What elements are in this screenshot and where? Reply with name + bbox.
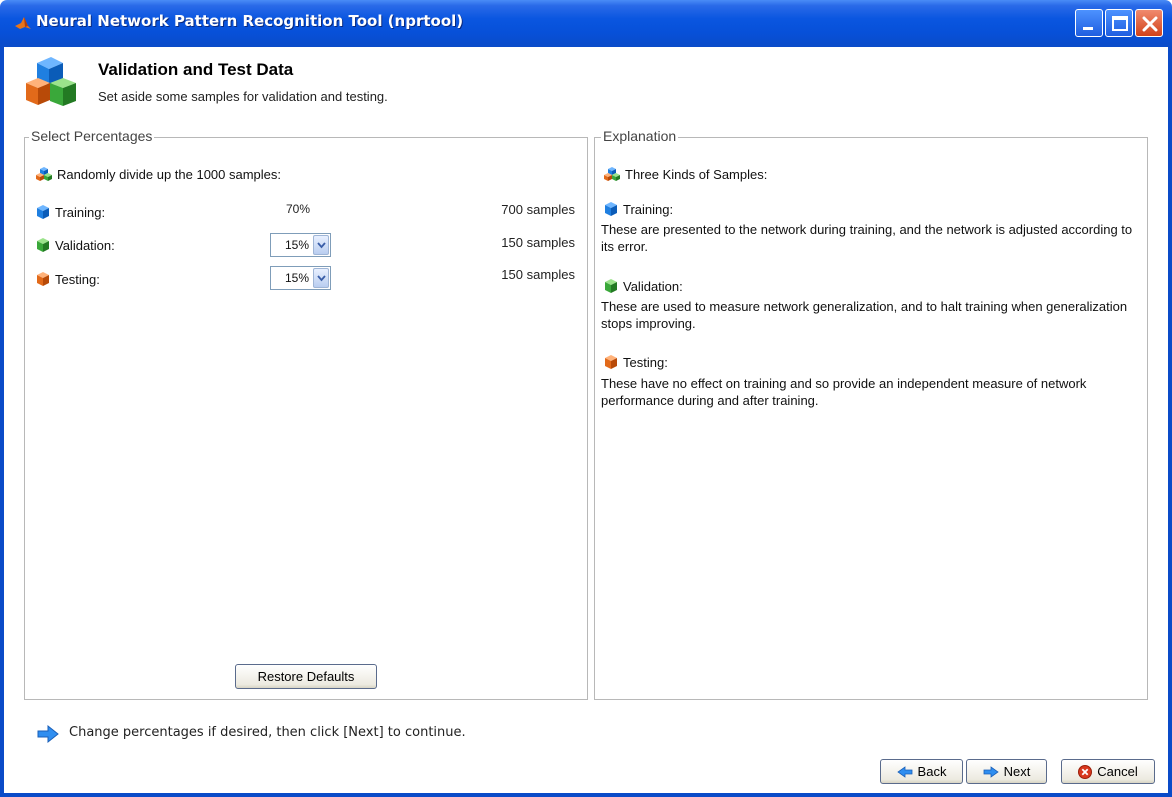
training-samples: 700 samples (501, 202, 575, 217)
testing-label: Testing: (55, 271, 100, 287)
explanation-testing-heading: Testing: (603, 354, 668, 370)
samples-intro-text: Randomly divide up the 1000 samples: (57, 166, 282, 182)
cancel-label: Cancel (1097, 764, 1138, 779)
cancel-icon (1078, 764, 1093, 779)
footer-hint: Change percentages if desired, then clic… (69, 725, 466, 740)
page-subtitle: Set aside some samples for validation an… (98, 89, 388, 104)
close-button[interactable] (1135, 9, 1163, 37)
samples-intro: Randomly divide up the 1000 samples: (35, 166, 281, 182)
explanation-validation-text: These are used to measure network genera… (601, 299, 1128, 331)
chevron-down-icon (317, 275, 326, 282)
three-cubes-icon (604, 167, 620, 181)
select-percentages-panel: Select Percentages Randomly divide up th… (24, 128, 588, 700)
minimize-icon (1083, 27, 1093, 30)
validation-percent-select[interactable]: 15% (270, 233, 331, 257)
validation-samples: 150 samples (501, 235, 575, 250)
next-button[interactable]: Next (966, 759, 1047, 784)
explanation-training-text: These are presented to the network durin… (601, 222, 1133, 254)
minimize-button[interactable] (1075, 9, 1103, 37)
neural-cubes-icon (26, 57, 76, 106)
explanation-training-title: Training: (623, 201, 674, 217)
explanation-validation-title: Validation: (623, 278, 683, 294)
cancel-button[interactable]: Cancel (1061, 759, 1155, 784)
restore-defaults-button[interactable]: Restore Defaults (235, 664, 377, 689)
page-title: Validation and Test Data (98, 60, 294, 79)
window-title-bar[interactable]: Neural Network Pattern Recognition Tool … (0, 0, 1172, 47)
select-percentages-legend: Select Percentages (29, 128, 155, 144)
next-label: Next (1003, 764, 1031, 779)
explanation-intro-text: Three Kinds of Samples: (625, 166, 768, 182)
explanation-intro: Three Kinds of Samples: (603, 166, 767, 182)
testing-percent-select[interactable]: 15% (270, 266, 331, 290)
training-row-label: Training: (35, 204, 105, 220)
three-cubes-icon (36, 167, 52, 181)
explanation-testing-title: Testing: (623, 354, 668, 370)
window-title: Neural Network Pattern Recognition Tool … (36, 12, 464, 30)
blue-cube-icon (37, 205, 49, 219)
blue-cube-icon (605, 202, 617, 216)
explanation-testing-text: These have no effect on training and so … (601, 376, 1087, 408)
orange-cube-icon (37, 272, 49, 286)
testing-samples: 150 samples (501, 267, 575, 282)
green-cube-icon (37, 238, 49, 252)
validation-dropdown-button[interactable] (313, 235, 329, 255)
explanation-training-heading: Training: (603, 201, 673, 217)
right-arrow-icon (37, 724, 59, 744)
testing-percent-value: 15% (284, 271, 309, 285)
back-arrow-icon (896, 765, 912, 778)
training-percent: 70% (286, 202, 311, 216)
explanation-panel: Explanation Three Kinds of Samples: Trai… (594, 128, 1148, 700)
next-arrow-icon (983, 765, 999, 778)
back-label: Back (917, 764, 947, 779)
maximize-icon (1112, 16, 1128, 31)
training-label: Training: (55, 204, 106, 220)
testing-row-label: Testing: (35, 271, 100, 287)
matlab-logo-icon (15, 17, 31, 29)
chevron-down-icon (317, 242, 326, 249)
green-cube-icon (605, 279, 617, 293)
close-icon (1142, 16, 1158, 32)
validation-label: Validation: (55, 237, 115, 253)
back-button[interactable]: Back (880, 759, 963, 784)
orange-cube-icon (605, 355, 617, 369)
validation-percent-value: 15% (284, 238, 309, 252)
explanation-validation-heading: Validation: (603, 278, 683, 294)
maximize-button[interactable] (1105, 9, 1133, 37)
explanation-legend: Explanation (601, 128, 679, 144)
validation-row-label: Validation: (35, 237, 115, 253)
testing-dropdown-button[interactable] (313, 268, 329, 288)
